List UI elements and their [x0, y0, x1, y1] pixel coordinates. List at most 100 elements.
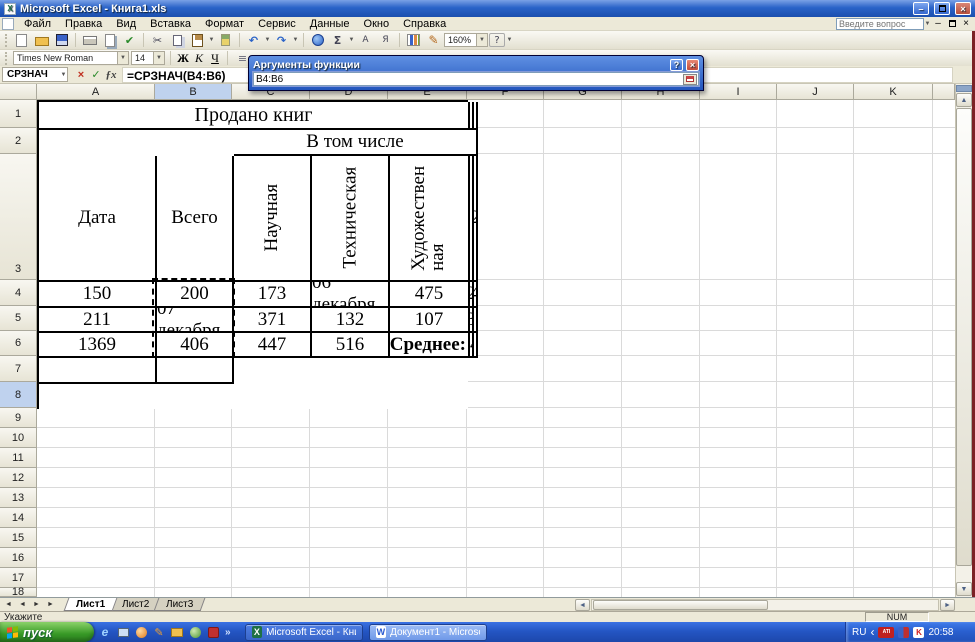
undo-icon[interactable]: ↶ — [244, 32, 263, 48]
cell-tech-3[interactable]: 107 — [390, 308, 470, 333]
task-button-word[interactable]: W Документ1 - Microso... — [369, 624, 487, 641]
cell-subheader[interactable]: В том числе — [234, 130, 478, 156]
cell-header-technical[interactable]: Техническая — [312, 156, 390, 282]
chart-wizard-icon[interactable] — [404, 32, 423, 48]
minimize-button[interactable]: – — [913, 2, 929, 15]
row-header-5[interactable]: 5 — [0, 306, 37, 331]
close-button[interactable]: × — [955, 2, 971, 15]
prev-sheet-icon[interactable]: ◄ — [16, 599, 29, 611]
cell-totals-tech[interactable]: 447 — [234, 333, 312, 358]
clock[interactable]: 20:58 — [928, 627, 953, 638]
paste-icon[interactable] — [188, 32, 207, 48]
menu-view[interactable]: Вид — [109, 17, 143, 31]
cell-header-scientific[interactable]: Научная — [234, 156, 312, 282]
workbook-restore-button[interactable] — [945, 18, 959, 30]
cell-date-2[interactable]: 06 декабря — [312, 282, 390, 308]
scroll-left-icon[interactable]: ◄ — [575, 599, 590, 611]
column-header-k[interactable]: K — [854, 84, 933, 100]
cancel-entry-icon[interactable]: × — [74, 68, 88, 82]
cell-total-3[interactable]: 371 — [234, 308, 312, 333]
cell-fic-2[interactable]: 211 — [39, 308, 157, 333]
name-box[interactable]: СРЗНАЧ▼ — [2, 67, 68, 82]
sort-ascending-icon[interactable]: А — [356, 32, 375, 48]
row-header-4[interactable]: 4 — [0, 280, 37, 306]
undo-dropdown-icon[interactable]: ▼ — [264, 37, 271, 43]
hyperlink-icon[interactable] — [308, 32, 327, 48]
row-header-11[interactable]: 11 — [0, 448, 37, 468]
cell-e8[interactable] — [157, 358, 234, 384]
range-input[interactable]: B4:B6 — [253, 72, 699, 86]
print-icon[interactable] — [80, 32, 99, 48]
cell-total-1[interactable]: 523 — [474, 156, 478, 282]
cell-totals-total[interactable]: 1369 — [39, 333, 157, 358]
toolbar-options-icon[interactable]: ▼ — [506, 37, 513, 43]
print-preview-icon[interactable] — [100, 32, 119, 48]
menu-tools[interactable]: Сервис — [251, 17, 303, 31]
redo-icon[interactable]: ↷ — [272, 32, 291, 48]
column-header-partial[interactable] — [933, 84, 955, 100]
row-header-12[interactable]: 12 — [0, 468, 37, 488]
insert-function-icon[interactable]: ƒx — [104, 68, 118, 82]
last-sheet-icon[interactable]: ► — [44, 599, 57, 611]
row-header-15[interactable]: 15 — [0, 528, 37, 548]
cell-header-fiction[interactable]: Художественная — [390, 156, 470, 282]
split-box[interactable] — [956, 85, 972, 92]
menu-window[interactable]: Окно — [357, 17, 397, 31]
cell-totals-label[interactable]: Итого: — [474, 308, 478, 333]
restore-button[interactable] — [934, 2, 950, 15]
cell-sci-1[interactable]: 150 — [39, 282, 157, 308]
drawing-icon[interactable]: ✎ — [424, 32, 443, 48]
select-all-corner[interactable] — [0, 84, 37, 100]
row-header-9[interactable]: 9 — [0, 408, 37, 428]
copy-icon[interactable] — [168, 32, 187, 48]
cell-totals-fic[interactable]: 516 — [312, 333, 390, 358]
cell-fic-1[interactable]: 173 — [234, 282, 312, 308]
ask-question-input[interactable] — [836, 18, 924, 30]
quicklaunch-ie-icon[interactable]: e — [98, 625, 112, 639]
cell-average-label[interactable]: Среднее: — [390, 333, 470, 358]
redo-dropdown-icon[interactable]: ▼ — [292, 37, 299, 43]
collapse-dialog-icon[interactable] — [683, 74, 697, 85]
row-header-3[interactable]: 3 — [0, 154, 37, 280]
toolbar-grip[interactable] — [5, 34, 8, 47]
cell-title[interactable]: Продано книг — [39, 102, 470, 130]
row-header-17[interactable]: 17 — [0, 568, 37, 588]
cut-icon[interactable]: ✂ — [148, 32, 167, 48]
row-header-10[interactable]: 10 — [0, 428, 37, 448]
row-header-2[interactable]: 2 — [0, 128, 37, 154]
scroll-down-icon[interactable]: ▼ — [956, 582, 972, 596]
menu-help[interactable]: Справка — [396, 17, 453, 31]
autosum-dropdown-icon[interactable]: ▼ — [348, 37, 355, 43]
open-icon[interactable] — [32, 32, 51, 48]
scroll-right-icon[interactable]: ► — [940, 599, 955, 611]
menu-file[interactable]: Файл — [17, 17, 58, 31]
row-header-14[interactable]: 14 — [0, 508, 37, 528]
language-indicator[interactable]: RU — [852, 627, 866, 638]
italic-button[interactable]: К — [192, 51, 206, 65]
row-header-1[interactable]: 1 — [0, 100, 37, 128]
font-size-combo[interactable]: 14▼ — [131, 51, 165, 65]
vertical-scroll-thumb[interactable] — [956, 108, 972, 566]
cell-header-date[interactable]: Дата — [39, 156, 157, 282]
quicklaunch-player-icon[interactable] — [134, 625, 148, 639]
row-header-18[interactable]: 18 — [0, 588, 37, 597]
tray-app-icon[interactable] — [898, 627, 909, 638]
cell-b2[interactable] — [474, 102, 478, 130]
menu-edit[interactable]: Правка — [58, 17, 109, 31]
first-sheet-icon[interactable]: ◄ — [2, 599, 15, 611]
autosum-icon[interactable]: Σ — [328, 32, 347, 48]
new-icon[interactable] — [12, 32, 31, 48]
save-icon[interactable] — [52, 32, 71, 48]
scroll-up-icon[interactable]: ▲ — [956, 93, 972, 107]
bold-button[interactable]: Ж — [176, 51, 190, 65]
dialog-title-bar[interactable]: Аргументы функции ? × — [252, 58, 700, 71]
ask-dropdown-icon[interactable]: ▼ — [924, 21, 931, 27]
menu-format[interactable]: Формат — [198, 17, 251, 31]
row-header-6[interactable]: 6 — [0, 331, 37, 356]
column-header-j[interactable]: J — [777, 84, 854, 100]
quicklaunch-media-icon[interactable] — [206, 625, 220, 639]
cell-d8[interactable] — [39, 358, 157, 384]
spelling-icon[interactable]: ✔ — [120, 32, 139, 48]
help-icon[interactable]: ? — [489, 33, 505, 47]
ati-tray-icon[interactable]: ATI — [878, 627, 894, 638]
